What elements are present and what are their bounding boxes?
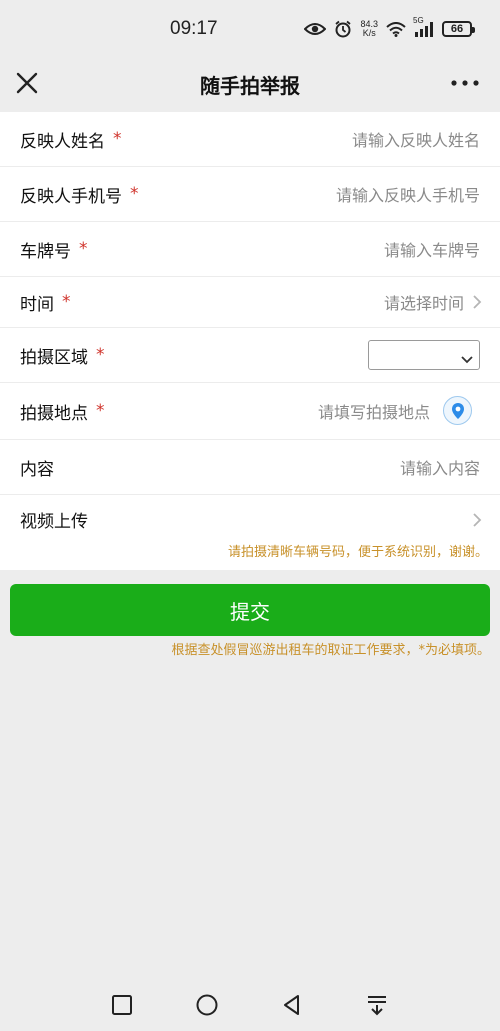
nav-bar: 随手拍举报 [0, 56, 500, 112]
reporter-name-input[interactable]: 请输入反映人姓名 [352, 127, 480, 151]
required-mark: * [130, 184, 139, 204]
time-picker[interactable]: 请选择时间 [384, 290, 464, 314]
plate-number-field[interactable]: 车牌号 * 请输入车牌号 [0, 222, 500, 277]
plate-number-input[interactable]: 请输入车牌号 [384, 237, 480, 261]
recent-apps-icon[interactable] [110, 993, 134, 1017]
signal-label: 5G [413, 16, 424, 25]
field-label: 时间 [20, 294, 54, 315]
status-icons: 84.3 K/s 5G 66 [304, 16, 475, 41]
video-upload-field[interactable]: 视频上传 请拍摄清晰车辆号码，便于系统识别，谢谢。 [0, 495, 500, 570]
more-icon[interactable] [448, 70, 482, 96]
system-nav-bar [0, 978, 500, 1031]
shooting-location-field[interactable]: 拍摄地点 * 请填写拍摄地点 [0, 383, 500, 440]
net-speed: 84.3 K/s [360, 20, 378, 38]
back-icon[interactable] [280, 993, 304, 1017]
field-label: 反映人姓名 [20, 131, 105, 152]
report-form: 反映人姓名 * 请输入反映人姓名 反映人手机号 * 请输入反映人手机号 车牌号 … [0, 112, 500, 570]
time-field[interactable]: 时间 * 请选择时间 [0, 277, 500, 328]
field-label: 内容 [20, 459, 54, 480]
submit-button[interactable]: 提交 [10, 584, 490, 636]
page-title: 随手拍举报 [200, 74, 300, 98]
wifi-icon [386, 21, 406, 37]
battery-icon: 66 [442, 21, 475, 37]
shooting-area-select[interactable] [368, 340, 480, 370]
shooting-area-field[interactable]: 拍摄区域 * [0, 328, 500, 383]
field-label: 车牌号 [20, 241, 71, 262]
field-label: 反映人手机号 [20, 186, 122, 207]
home-icon[interactable] [195, 993, 219, 1017]
location-pin-icon[interactable] [443, 396, 472, 425]
reporter-phone-input[interactable]: 请输入反映人手机号 [336, 182, 480, 206]
content-field[interactable]: 内容 请输入内容 [0, 440, 500, 495]
alarm-icon [334, 20, 352, 38]
reporter-phone-field[interactable]: 反映人手机号 * 请输入反映人手机号 [0, 167, 500, 222]
required-mark: * [113, 129, 122, 149]
content-input[interactable]: 请输入内容 [400, 455, 480, 479]
required-mark: * [96, 345, 105, 365]
footer-note: 根据查处假冒巡游出租车的取证工作要求，*为必填项。 [171, 643, 490, 658]
signal-icon: 5G [413, 16, 434, 37]
field-label: 拍摄区域 [20, 347, 88, 368]
chevron-right-icon [472, 512, 482, 528]
status-bar: 09:17 84.3 K/s 5G 66 [0, 0, 500, 56]
video-hint: 请拍摄清晰车辆号码，便于系统识别，谢谢。 [227, 545, 488, 560]
required-mark: * [79, 239, 88, 259]
eye-icon [304, 22, 327, 36]
shooting-location-input[interactable]: 请填写拍摄地点 [318, 399, 430, 423]
notification-pull-icon[interactable] [365, 993, 389, 1017]
required-mark: * [96, 401, 105, 421]
chevron-down-icon [461, 350, 473, 364]
reporter-name-field[interactable]: 反映人姓名 * 请输入反映人姓名 [0, 112, 500, 167]
field-label: 拍摄地点 [20, 403, 88, 424]
status-time: 09:17 [170, 18, 218, 39]
field-label: 视频上传 [20, 512, 88, 532]
chevron-right-icon [472, 294, 482, 310]
net-speed-unit: K/s [362, 28, 376, 38]
required-mark: * [62, 292, 71, 312]
battery-level: 66 [450, 23, 464, 35]
